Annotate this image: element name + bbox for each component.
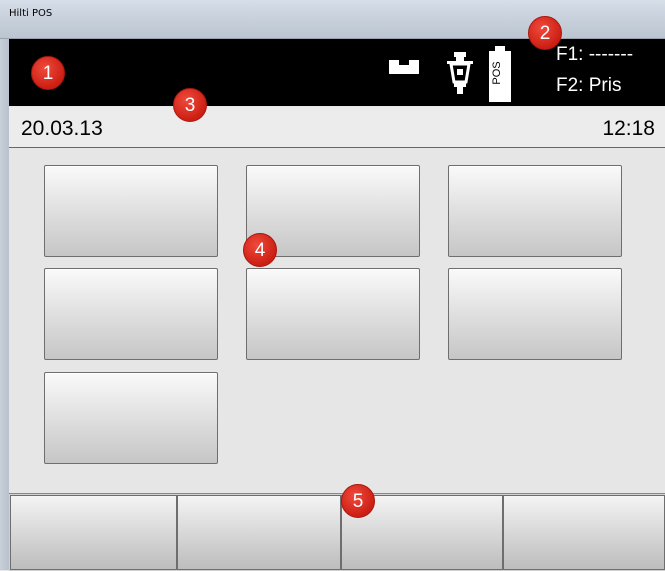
softkey-1[interactable] <box>10 495 177 570</box>
menu-button-4[interactable] <box>44 268 218 360</box>
f2-key-label[interactable]: F2: Pris <box>556 75 621 97</box>
window-titlebar: Hilti POS <box>0 0 665 39</box>
battery-label: POS <box>491 61 503 84</box>
battery-icon: POS <box>487 46 513 102</box>
date-display: 20.03.13 <box>21 117 103 140</box>
time-display: 12:18 <box>602 117 655 140</box>
menu-button-6[interactable] <box>448 268 622 360</box>
softkey-2[interactable] <box>177 495 341 570</box>
date-time-bar: 20.03.13 12:18 <box>9 107 665 148</box>
callout-1: 1 <box>31 56 65 90</box>
callout-5: 5 <box>341 484 375 518</box>
softkey-4[interactable] <box>503 495 665 570</box>
menu-button-3[interactable] <box>448 165 622 257</box>
level-icon <box>389 60 419 74</box>
callout-2: 2 <box>528 16 562 50</box>
callout-3: 3 <box>173 88 207 122</box>
menu-button-1[interactable] <box>44 165 218 257</box>
window-frame-left <box>0 39 9 570</box>
menu-button-7[interactable] <box>44 372 218 464</box>
menu-button-5[interactable] <box>246 268 420 360</box>
window-title: Hilti POS <box>9 8 53 19</box>
instrument-icon[interactable] <box>444 52 476 94</box>
f1-key-label[interactable]: F1: ------- <box>556 44 633 66</box>
callout-4: 4 <box>243 233 277 267</box>
